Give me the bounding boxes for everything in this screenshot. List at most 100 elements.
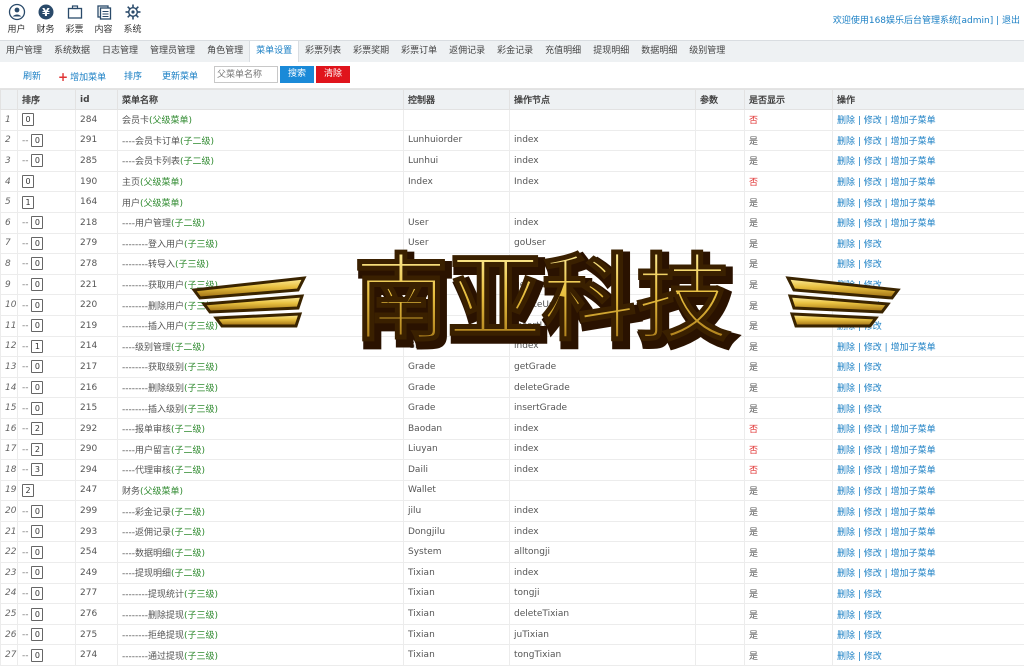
sort-order-input[interactable]: 0 [31, 649, 43, 662]
edit-link[interactable]: 修改 [864, 466, 882, 476]
delete-link[interactable]: 删除 [837, 363, 855, 373]
edit-link[interactable]: 修改 [864, 487, 882, 497]
sort-order-input[interactable]: 0 [31, 566, 43, 579]
edit-link[interactable]: 修改 [864, 631, 882, 641]
add-child-link[interactable]: 增加子菜单 [891, 508, 936, 518]
edit-link[interactable]: 修改 [864, 652, 882, 662]
tab-8[interactable]: 彩票订单 [395, 41, 443, 62]
edit-link[interactable]: 修改 [864, 611, 882, 621]
update-menu-button[interactable]: 更新菜单 [162, 69, 198, 82]
sort-order-input[interactable]: 3 [31, 463, 43, 476]
sort-order-input[interactable]: 0 [31, 505, 43, 518]
search-button[interactable]: 搜索 [280, 66, 314, 83]
tab-1[interactable]: 系统数据 [48, 41, 96, 62]
add-child-link[interactable]: 增加子菜单 [891, 116, 936, 126]
delete-link[interactable]: 删除 [837, 652, 855, 662]
add-child-link[interactable]: 增加子菜单 [891, 343, 936, 353]
delete-link[interactable]: 删除 [837, 157, 855, 167]
tab-4[interactable]: 角色管理 [201, 41, 249, 62]
add-child-link[interactable]: 增加子菜单 [891, 425, 936, 435]
topnav-system[interactable]: 系统 [118, 3, 147, 35]
edit-link[interactable]: 修改 [864, 219, 882, 229]
delete-link[interactable]: 删除 [837, 528, 855, 538]
delete-link[interactable]: 删除 [837, 425, 855, 435]
edit-link[interactable]: 修改 [864, 240, 882, 250]
topnav-finance[interactable]: ¥ 财务 [31, 3, 60, 35]
sort-order-input[interactable]: 0 [22, 175, 34, 188]
edit-link[interactable]: 修改 [864, 322, 882, 332]
sort-order-input[interactable]: 0 [31, 216, 43, 229]
delete-link[interactable]: 删除 [837, 302, 855, 312]
edit-link[interactable]: 修改 [864, 569, 882, 579]
delete-link[interactable]: 删除 [837, 487, 855, 497]
delete-link[interactable]: 删除 [837, 137, 855, 147]
edit-link[interactable]: 修改 [864, 384, 882, 394]
sort-order-input[interactable]: 0 [31, 319, 43, 332]
add-child-link[interactable]: 增加子菜单 [891, 549, 936, 559]
add-child-link[interactable]: 增加子菜单 [891, 446, 936, 456]
edit-link[interactable]: 修改 [864, 343, 882, 353]
sort-order-input[interactable]: 0 [31, 608, 43, 621]
delete-link[interactable]: 删除 [837, 446, 855, 456]
edit-link[interactable]: 修改 [864, 178, 882, 188]
add-child-link[interactable]: 增加子菜单 [891, 466, 936, 476]
sort-order-input[interactable]: 0 [31, 587, 43, 600]
tab-3[interactable]: 管理员管理 [144, 41, 201, 62]
clear-button[interactable]: 清除 [316, 66, 350, 83]
edit-link[interactable]: 修改 [864, 281, 882, 291]
edit-link[interactable]: 修改 [864, 137, 882, 147]
delete-link[interactable]: 删除 [837, 260, 855, 270]
delete-link[interactable]: 删除 [837, 219, 855, 229]
edit-link[interactable]: 修改 [864, 508, 882, 518]
delete-link[interactable]: 删除 [837, 178, 855, 188]
tab-7[interactable]: 彩票奖期 [347, 41, 395, 62]
edit-link[interactable]: 修改 [864, 549, 882, 559]
delete-link[interactable]: 删除 [837, 384, 855, 394]
delete-link[interactable]: 删除 [837, 508, 855, 518]
sort-order-input[interactable]: 2 [31, 422, 43, 435]
refresh-button[interactable]: 刷新 [23, 69, 41, 82]
delete-link[interactable]: 删除 [837, 199, 855, 209]
delete-link[interactable]: 删除 [837, 611, 855, 621]
sort-order-input[interactable]: 2 [31, 443, 43, 456]
sort-order-input[interactable]: 0 [31, 299, 43, 312]
tab-2[interactable]: 日志管理 [96, 41, 144, 62]
tab-9[interactable]: 返佣记录 [443, 41, 491, 62]
edit-link[interactable]: 修改 [864, 528, 882, 538]
sort-order-input[interactable]: 0 [31, 154, 43, 167]
sort-order-input[interactable]: 0 [31, 402, 43, 415]
delete-link[interactable]: 删除 [837, 466, 855, 476]
edit-link[interactable]: 修改 [864, 446, 882, 456]
add-child-link[interactable]: 增加子菜单 [891, 528, 936, 538]
tab-13[interactable]: 数据明细 [635, 41, 683, 62]
edit-link[interactable]: 修改 [864, 116, 882, 126]
edit-link[interactable]: 修改 [864, 157, 882, 167]
add-child-link[interactable]: 增加子菜单 [891, 178, 936, 188]
sort-order-input[interactable]: 1 [31, 340, 43, 353]
delete-link[interactable]: 删除 [837, 240, 855, 250]
sort-order-input[interactable]: 0 [31, 237, 43, 250]
sort-order-input[interactable]: 0 [22, 113, 34, 126]
delete-link[interactable]: 删除 [837, 322, 855, 332]
add-child-link[interactable]: 增加子菜单 [891, 569, 936, 579]
topnav-user[interactable]: 用户 [2, 3, 31, 35]
delete-link[interactable]: 删除 [837, 116, 855, 126]
add-child-link[interactable]: 增加子菜单 [891, 199, 936, 209]
add-menu-button[interactable]: +增加菜单 [58, 69, 106, 83]
sort-button[interactable]: 排序 [124, 69, 142, 82]
delete-link[interactable]: 删除 [837, 281, 855, 291]
sort-order-input[interactable]: 0 [31, 257, 43, 270]
edit-link[interactable]: 修改 [864, 302, 882, 312]
topnav-lottery[interactable]: 彩票 [60, 3, 89, 35]
edit-link[interactable]: 修改 [864, 260, 882, 270]
tab-12[interactable]: 提现明细 [587, 41, 635, 62]
sort-order-input[interactable]: 2 [22, 484, 34, 497]
edit-link[interactable]: 修改 [864, 590, 882, 600]
sort-order-input[interactable]: 0 [31, 546, 43, 559]
topnav-content[interactable]: 内容 [89, 3, 118, 35]
delete-link[interactable]: 删除 [837, 343, 855, 353]
sort-order-input[interactable]: 0 [31, 360, 43, 373]
edit-link[interactable]: 修改 [864, 425, 882, 435]
tab-0[interactable]: 用户管理 [0, 41, 48, 62]
sort-order-input[interactable]: 1 [22, 196, 34, 209]
